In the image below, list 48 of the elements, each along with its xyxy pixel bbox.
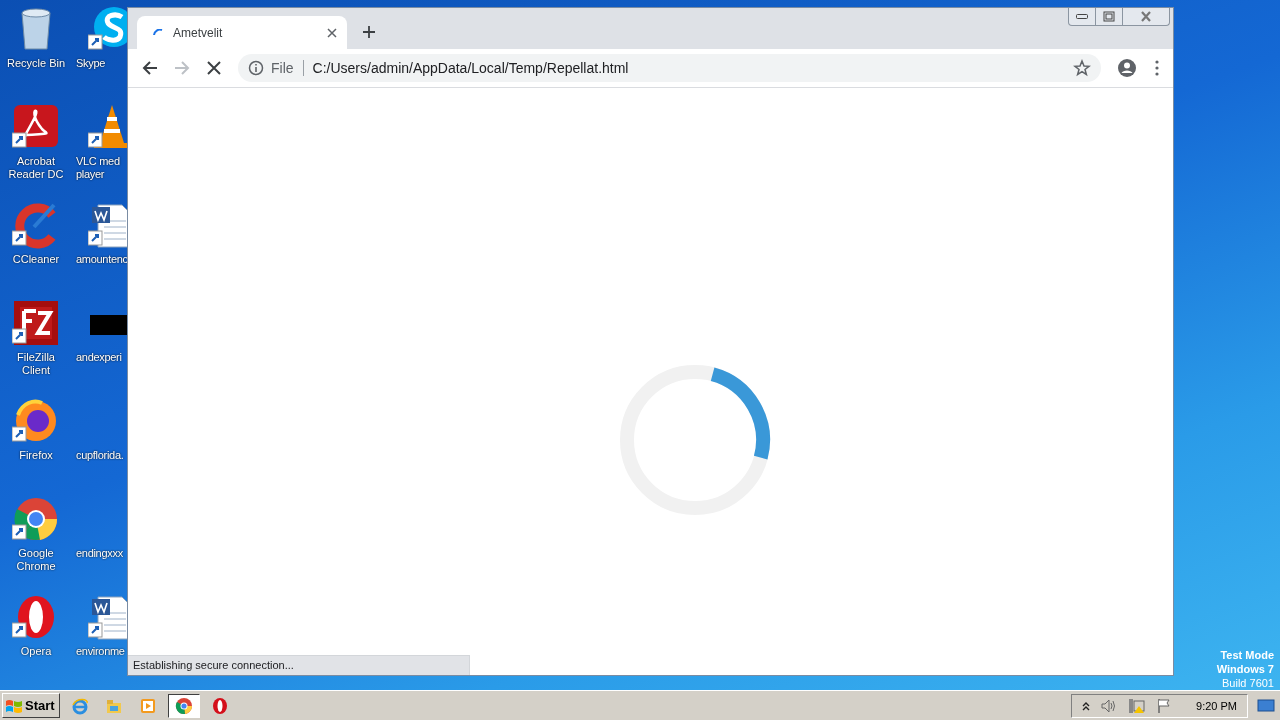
desktop-icon-label[interactable]: Recycle Bin: [6, 57, 66, 70]
profile-icon: [1117, 58, 1137, 78]
desktop-icon-label[interactable]: FileZilla Client: [2, 351, 70, 377]
desktop-icon-label[interactable]: Skype: [76, 57, 126, 70]
desktop-icon-label[interactable]: Acrobat Reader DC: [2, 155, 70, 181]
maximize-icon: [1101, 9, 1117, 24]
monitor-icon: [1257, 698, 1275, 713]
network-warning-icon: [1128, 697, 1147, 714]
star-icon: [1073, 59, 1091, 77]
clock-text: 9:20 PM: [1196, 699, 1237, 712]
tab-title: Ametvelit: [173, 25, 224, 40]
taskbar-app-button[interactable]: [167, 693, 200, 718]
close-icon: [1138, 9, 1154, 24]
os-notice-text: Test Mode: [1220, 648, 1274, 662]
o-icon: [210, 696, 229, 715]
chevron-up-icon: [1082, 700, 1091, 711]
plus-icon: [362, 25, 376, 39]
show-desktop-button[interactable]: [1254, 698, 1278, 713]
info-icon: [248, 60, 264, 76]
desktop-icon-label[interactable]: VLC med player: [76, 155, 126, 181]
os-notice-text: Windows 7: [1216, 662, 1274, 676]
desktop-icon-label[interactable]: cupflorida.: [76, 449, 126, 462]
desktop-icon-label[interactable]: Opera: [20, 645, 52, 658]
chrome-icon: [174, 696, 193, 715]
play-icon: [138, 696, 157, 715]
close-icon: [327, 27, 337, 38]
status-bubble: Establishing secure connection...: [128, 655, 470, 675]
flag-icon: [1156, 697, 1173, 714]
os-notice-text: Build 7601: [1222, 676, 1274, 690]
pdf-icon: [12, 103, 60, 151]
dots-menu-icon: [1155, 60, 1159, 76]
desktop-icon-label[interactable]: environme: [76, 645, 126, 658]
windows-logo-icon: [5, 697, 23, 714]
desktop-icon-label[interactable]: CCleaner: [12, 253, 60, 266]
address-scheme: File: [271, 60, 294, 76]
address-bar[interactable]: File C:/Users/admin/AppData/Local/Temp/Repellat.html: [238, 54, 1101, 82]
ie-icon: [70, 696, 89, 715]
desktop-icon-label[interactable]: endingxxx: [76, 547, 126, 560]
minimize-icon: [1076, 14, 1088, 19]
address-url: C:/Users/admin/AppData/Local/Temp/Repellat.html: [312, 60, 629, 76]
start-button[interactable]: Start: [2, 693, 60, 718]
browser-tab[interactable]: Ametvelit: [137, 16, 347, 49]
fz-icon: [12, 299, 60, 347]
desktop-icon-label[interactable]: andexperi: [76, 351, 126, 364]
desktop-icon-label[interactable]: amountenc: [76, 253, 126, 266]
desktop-icon-label[interactable]: Firefox: [19, 449, 53, 462]
chrome-icon: [12, 495, 60, 543]
desktop-icon-label[interactable]: Google Chrome: [2, 547, 70, 573]
